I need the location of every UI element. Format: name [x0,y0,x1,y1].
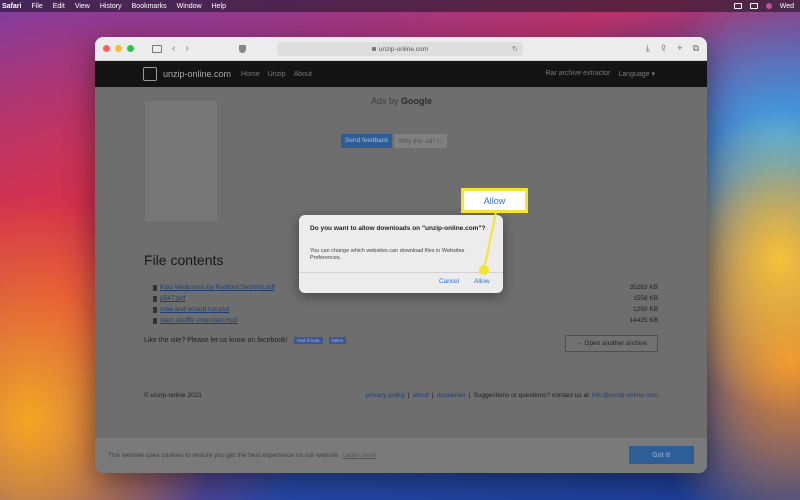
menu-file[interactable]: File [31,3,42,10]
sidebar-toggle-icon[interactable] [152,44,162,53]
menu-bookmarks[interactable]: Bookmarks [132,3,167,10]
ads-by-brand: Google [401,96,433,106]
file-name[interactable]: slam shuffle extended.mp3 [160,317,238,324]
site-navbar: unzip-online.com Home Unzip About Rar ar… [95,61,707,87]
menu-history[interactable]: History [100,3,122,10]
nav-rar-extractor[interactable]: Rar archive extractor [545,70,610,78]
file-size: 1558 KB [633,295,658,302]
cookie-text: This website uses cookies to ensure you … [108,452,340,459]
list-item: slam shuffle extended.mp3 14425 KB [153,315,658,326]
open-another-archive-button[interactable]: ← Open another archive [565,335,658,352]
file-size: 1250 KB [633,306,658,313]
send-feedback-button[interactable]: Send feedback [341,134,393,148]
file-link[interactable]: Kipo Webcomic by Radford Sechrist.pdf [153,284,275,291]
battery-icon[interactable] [733,3,742,9]
list-item: p547.pdf 1558 KB [153,293,658,304]
lock-icon [371,47,376,51]
site-logo-icon[interactable] [143,67,157,81]
tab-overview-icon[interactable]: ⧉ [693,43,699,54]
file-icon [153,284,157,291]
share-icon[interactable]: ⇪ [660,43,668,54]
page-title: File contents [144,252,224,268]
reload-icon[interactable]: ↻ [512,45,518,53]
ad-feedback-buttons: Send feedback Why this ad? ▷ [341,134,447,148]
nav-home[interactable]: Home [241,71,260,78]
footer-email-link[interactable]: info@unzip-online.com [592,392,658,399]
ads-by-google-label: Ads by Google [371,96,432,106]
nav-language-dropdown[interactable]: Language ▾ [618,70,655,78]
facebook-like-row: Like the site? Please let us know on fac… [144,337,347,344]
footer-about-link[interactable]: about [413,392,429,399]
menu-clock[interactable]: Wed [780,3,794,10]
macos-menu-bar: Safari File Edit View History Bookmarks … [0,0,800,12]
window-controls [103,45,134,52]
menu-app-safari[interactable]: Safari [2,3,21,10]
new-tab-icon[interactable]: + [677,43,682,54]
learn-more-link[interactable]: Learn more [343,452,376,459]
why-this-ad-button[interactable]: Why this ad? ▷ [394,134,447,148]
close-window-button[interactable] [103,45,110,52]
footer-separator: | [407,392,410,399]
like-text: Like the site? Please let us know on fac… [144,337,288,344]
file-size: 35283 KB [629,284,658,291]
minimize-window-button[interactable] [115,45,122,52]
ad-placeholder [145,101,217,221]
footer-links: privacy policy | about | disclaimer | Su… [366,392,658,399]
allow-callout: Allow [461,188,528,213]
footer-contact-text: Suggestions or questions? contact us at [473,392,589,399]
cookie-banner: This website uses cookies to ensure you … [95,438,707,473]
file-icon [153,295,157,302]
allow-button[interactable]: Allow [474,278,490,285]
privacy-shield-icon[interactable] [238,44,246,53]
got-it-button[interactable]: Got it! [629,446,694,464]
dialog-message: You can change which websites can downlo… [310,248,465,262]
ads-by-prefix: Ads by [371,96,399,106]
footer-copyright: © unzip-online 2021 [144,392,202,399]
zoom-window-button[interactable] [127,45,134,52]
nav-about[interactable]: About [294,71,312,78]
nav-unzip[interactable]: Unzip [268,71,286,78]
address-bar[interactable]: unzip-online.com ↻ [277,42,523,56]
facebook-share-button[interactable]: Delen [328,337,347,344]
download-permission-dialog: Do you want to allow downloads on "unzip… [299,215,503,293]
file-size: 14425 KB [629,317,658,324]
file-link[interactable]: robe and wizard hat.psd [153,306,229,313]
file-link[interactable]: slam shuffle extended.mp3 [153,317,238,324]
footer-separator: | [431,392,434,399]
list-item: robe and wizard hat.psd 1250 KB [153,304,658,315]
siri-icon[interactable] [765,3,772,9]
dialog-question: Do you want to allow downloads on "unzip… [310,225,486,232]
file-icon [153,317,157,324]
menu-view[interactable]: View [75,3,90,10]
browser-toolbar: ‹ › unzip-online.com ↻ ⤓ ⇪ + ⧉ [95,37,707,61]
cancel-button[interactable]: Cancel [439,278,459,285]
menu-window[interactable]: Window [177,3,202,10]
downloads-icon[interactable]: ⤓ [646,43,650,54]
menu-help[interactable]: Help [212,3,226,10]
file-name[interactable]: robe and wizard hat.psd [160,306,229,313]
footer-separator: | [468,392,471,399]
facebook-like-button[interactable]: Vind ik leuk [293,337,323,344]
site-brand[interactable]: unzip-online.com [163,69,231,79]
file-icon [153,306,157,313]
file-name[interactable]: Kipo Webcomic by Radford Sechrist.pdf [160,284,275,291]
control-center-icon[interactable] [749,3,758,9]
footer-disclaimer-link[interactable]: disclaimer [437,392,466,399]
back-chevron-icon[interactable]: ‹ [172,43,175,54]
menu-edit[interactable]: Edit [53,3,65,10]
address-url: unzip-online.com [378,45,429,53]
footer-privacy-link[interactable]: privacy policy [366,392,405,399]
dialog-divider [299,272,503,273]
file-name[interactable]: p547.pdf [160,295,185,302]
forward-chevron-icon[interactable]: › [185,43,188,54]
callout-marker-dot [479,265,489,275]
file-link[interactable]: p547.pdf [153,295,185,302]
toolbar-right-actions: ⤓ ⇪ + ⧉ [646,43,699,54]
